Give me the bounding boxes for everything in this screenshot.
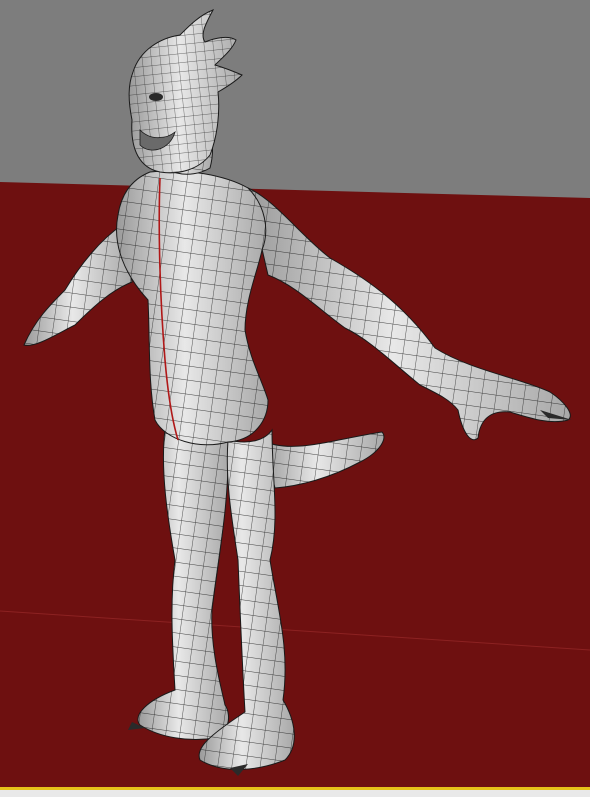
3d-viewport[interactable] bbox=[0, 0, 590, 797]
viewport-active-border bbox=[0, 787, 590, 790]
viewport-canvas[interactable] bbox=[0, 0, 590, 797]
eye-socket bbox=[149, 93, 163, 101]
viewport-bottom-edge bbox=[0, 790, 590, 797]
